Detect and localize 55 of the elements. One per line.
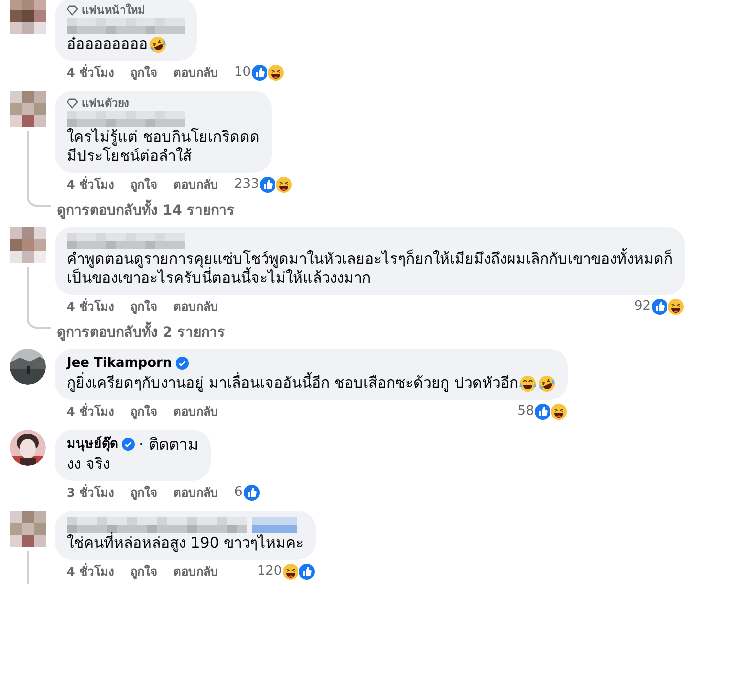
reaction-count: 92 — [634, 299, 651, 315]
laughing-emoji-icon — [267, 64, 286, 82]
rolling-laughing-emoji-icon — [149, 36, 167, 54]
reply-link[interactable]: ตอบกลับ — [174, 299, 219, 315]
timestamp: 4 ชั่วโมง — [67, 299, 115, 315]
like-link[interactable]: ถูกใจ — [130, 65, 158, 81]
fan-badge-label: แฟนตัวยง — [82, 97, 129, 110]
like-icon — [242, 484, 261, 502]
comment-text: งง จริง — [67, 455, 110, 474]
comment-text: เป็นของเขาอะไรครับนี่ตอนนี้จะไม่ให้แล้วงงมาก — [67, 269, 371, 288]
reaction-count: 120 — [257, 564, 282, 580]
like-link[interactable]: ถูกใจ — [130, 299, 158, 315]
reply-link[interactable]: ตอบกลับ — [174, 485, 219, 501]
like-icon — [251, 64, 270, 82]
like-link[interactable]: ถูกใจ — [130, 564, 158, 580]
reply-link[interactable]: ตอบกลับ — [174, 177, 219, 193]
rolling-laughing-emoji-icon — [538, 374, 556, 392]
tears-of-joy-emoji-icon — [519, 374, 538, 392]
comment-text: ใช่คนที่หล่อหล่อสูง 190 ขาวๆไหมคะ — [67, 534, 304, 553]
laughing-emoji-icon — [275, 176, 294, 194]
reaction-count: 233 — [234, 177, 260, 193]
reaction-count: 58 — [518, 404, 534, 420]
laughing-emoji-icon — [667, 298, 685, 316]
follow-link[interactable]: · ติดตาม — [139, 436, 200, 453]
comment-text: ใครไม่รู้แต่ ชอบกินโยเกริดดด — [67, 128, 260, 147]
like-link[interactable]: ถูกใจ — [130, 177, 158, 193]
timestamp: 4 ชั่วโมง — [67, 65, 115, 81]
timestamp: 4 ชั่วโมง — [67, 564, 115, 580]
reply-link[interactable]: ตอบกลับ — [174, 404, 219, 420]
diamond-icon — [67, 5, 78, 16]
like-icon — [534, 403, 552, 421]
comment-text: คำพูดตอนดูรายการคุยแซ่บโชว์พูดมาในหัวเลยอะไรๆก็ยกให้เมียมึงถึงผมเลิกกับเขาของทั้งหมดก็ — [67, 250, 673, 268]
laughing-emoji-icon — [550, 403, 568, 421]
reaction-count: 6 — [234, 485, 243, 501]
timestamp: 3 ชั่วโมง — [67, 485, 115, 501]
timestamp: 4 ชั่วโมง — [67, 177, 115, 193]
like-link[interactable]: ถูกใจ — [130, 404, 158, 420]
reply-link[interactable]: ตอบกลับ — [174, 65, 219, 81]
reply-link[interactable]: ตอบกลับ — [174, 564, 219, 580]
reaction-count: 10 — [234, 65, 252, 81]
commenter-name[interactable]: Jee Tikamporn — [67, 355, 172, 372]
comment-text: มีประโยชน์ต่อลำใส้ — [67, 147, 192, 166]
view-replies-link[interactable]: ดูการตอบกลับทั้ง 2 รายการ — [51, 321, 226, 343]
commenter-name[interactable]: มนุษย์ตุ๊ด — [67, 436, 118, 453]
comment-text: อ๋ออออออออ — [67, 35, 148, 54]
like-icon — [259, 176, 278, 194]
view-replies-link[interactable]: ดูการตอบกลับทั้ง 14 รายการ — [51, 199, 236, 221]
like-icon — [298, 563, 316, 581]
comment-text: กูยิ่งเครียดๆกับงานอยู่ มาเลื่อนเจออันนี้อีก ชอบเสือกซะด้วยกู ปวดหัวอีก — [67, 374, 518, 393]
like-link[interactable]: ถูกใจ — [130, 485, 158, 501]
timestamp: 4 ชั่วโมง — [67, 404, 115, 420]
fan-badge-label: แฟนหน้าใหม่ — [82, 4, 145, 17]
like-icon — [651, 298, 669, 316]
diamond-icon — [67, 98, 78, 109]
laughing-emoji-icon — [282, 563, 300, 581]
